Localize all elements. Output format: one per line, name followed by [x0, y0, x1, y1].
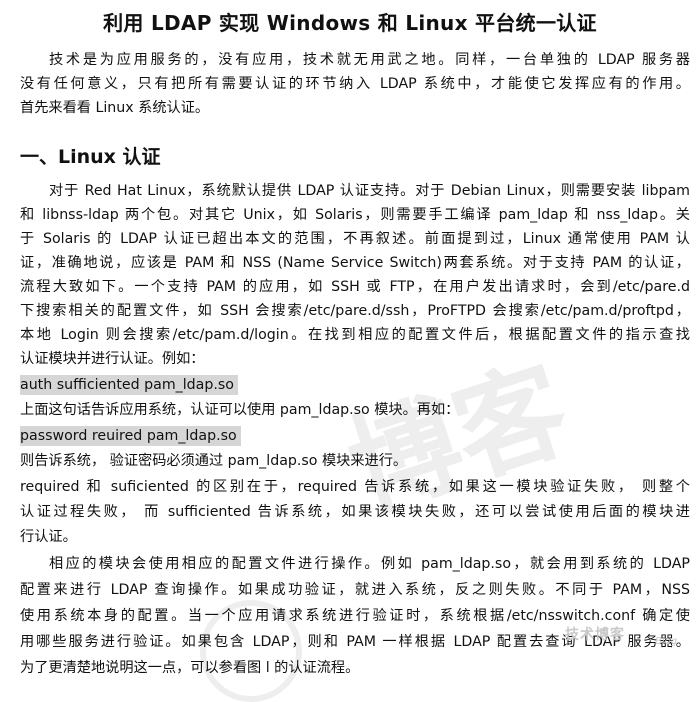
para1-line: 和 libnss-ldap 两个包。对其它 Unix，如 Solaris，则需要… — [20, 207, 690, 223]
para1-line: 证，准确地说，应该是 PAM 和 NSS (Name Service Switc… — [20, 255, 690, 271]
para2-line: required 和 suficiented 的区别在于，required 告诉… — [20, 479, 690, 495]
para3-line: 为了更清楚地说明这一点，可以参看图 l 的认证流程。 — [20, 660, 360, 676]
after-code-line: 上面这句话告诉应用系统，认证可以使用 pam_ldap.so 模块。再如： — [20, 402, 460, 418]
code-line: password reuired pam_ldap.so — [20, 426, 690, 446]
document-page: 博客 利用 LDAP 实现 Windows 和 Linux 平台统一认证 技术是… — [0, 0, 700, 702]
after-code-line: 则告诉系统， 验证密码必须通过 pam_ldap.so 模块来进行。 — [20, 453, 408, 469]
para3-line: 使用系统本身的配置。当一个应用请求系统进行验证时，系统根据/etc/nsswit… — [20, 608, 690, 624]
para2-line: 行认证。 — [20, 529, 77, 545]
para2-line: 认证过程失败， 而 sufficiented 告诉系统，如果该模块失败，还可以尝… — [20, 504, 690, 520]
para3-line: 配置来进行 LDAP 查询操作。如果成功验证，就进入系统，反之则失败。不同于 P… — [20, 582, 690, 598]
code-snippet-password: password reuired pam_ldap.so — [20, 426, 241, 446]
intro-line: 没有任何意义，只有把所有需要认证的环节纳入 LDAP 系统中，才能使它发挥应有的… — [20, 76, 690, 92]
document-title: 利用 LDAP 实现 Windows 和 Linux 平台统一认证 — [103, 11, 597, 35]
para3-line: 相应的模块会使用相应的配置文件进行操作。例如 pam_ldap.so，就会用到系… — [49, 556, 690, 572]
para1-line: 对于 Red Hat Linux，系统默认提供 LDAP 认证支持。对于 Deb… — [49, 183, 690, 199]
code-line: auth sufficiented pam_ldap.so — [20, 375, 690, 395]
para1-line: 本地 Login 则会搜索/etc/pam.d/login。在找到相应的配置文件… — [20, 327, 690, 343]
intro-line: 技术是为应用服务的，没有应用，技术就无用武之地。同样，一台单独的 LDAP 服务… — [49, 52, 690, 68]
intro-line: 首先来看看 Linux 系统认证。 — [20, 100, 210, 116]
para1-line: 流程大致如下。一个支持 PAM 的应用，如 SSH 或 FTP，在用户发出请求时… — [20, 279, 690, 295]
para1-line: 下搜索相关的配置文件，如 SSH 会搜索/etc/pare.d/ssh，ProF… — [20, 303, 690, 319]
watermark-blog: Blog — [655, 636, 678, 647]
para1-line: 认证模块并进行认证。例如： — [20, 351, 205, 367]
section-heading: 一、Linux 认证 — [20, 146, 161, 168]
watermark-badge: 技术博客 — [565, 627, 625, 643]
code-snippet-auth: auth sufficiented pam_ldap.so — [20, 375, 238, 395]
para1-line: 于 Solaris 的 LDAP 认证已超出本文的范围，不再叙述。前面提到过，L… — [20, 231, 690, 247]
